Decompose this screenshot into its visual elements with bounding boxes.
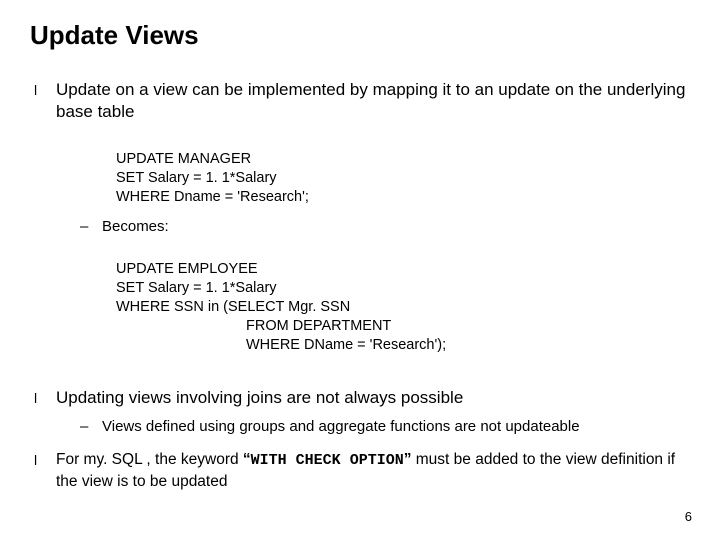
slide-title: Update Views xyxy=(30,20,690,51)
code-block-2: UPDATE EMPLOYEE SET Salary = 1. 1*Salary… xyxy=(116,241,690,355)
sub-bullet-text: Becomes: xyxy=(102,217,169,237)
code-keyword: WITH CHECK OPTION xyxy=(251,452,404,469)
code-line: FROM DEPARTMENT xyxy=(116,318,391,334)
code-line: WHERE Dname = 'Research'; xyxy=(116,189,309,205)
code-block-1: UPDATE MANAGER SET Salary = 1. 1*Salary … xyxy=(116,131,690,207)
text-fragment: For my. SQL , the keyword xyxy=(56,451,243,468)
bullet-item-3: l For my. SQL , the keyword “WITH CHECK … xyxy=(30,449,690,492)
bullet-text: Updating views involving joins are not a… xyxy=(56,387,463,409)
open-quote: “ xyxy=(243,451,251,468)
sub-bullet-marker: – xyxy=(80,417,102,437)
bullet-text: For my. SQL , the keyword “WITH CHECK OP… xyxy=(56,449,690,492)
bullet-marker: l xyxy=(30,449,56,492)
code-line: SET Salary = 1. 1*Salary xyxy=(116,170,277,186)
code-line: SET Salary = 1. 1*Salary xyxy=(116,280,277,296)
sub-bullet-text: Views defined using groups and aggregate… xyxy=(102,417,580,437)
bullet-text: Update on a view can be implemented by m… xyxy=(56,79,690,123)
bullet-marker: l xyxy=(30,79,56,123)
sub-bullet-1: – Becomes: xyxy=(80,217,690,237)
code-line: UPDATE EMPLOYEE xyxy=(116,261,258,277)
code-line: WHERE SSN in (SELECT Mgr. SSN xyxy=(116,299,350,315)
bullet-item-1: l Update on a view can be implemented by… xyxy=(30,79,690,123)
page-number: 6 xyxy=(685,509,692,524)
code-line: WHERE DName = 'Research'); xyxy=(116,337,446,353)
sub-bullet-marker: – xyxy=(80,217,102,237)
code-line: UPDATE MANAGER xyxy=(116,151,251,167)
bullet-marker: l xyxy=(30,387,56,409)
bullet-item-2: l Updating views involving joins are not… xyxy=(30,387,690,409)
sub-bullet-2: – Views defined using groups and aggrega… xyxy=(80,417,690,437)
